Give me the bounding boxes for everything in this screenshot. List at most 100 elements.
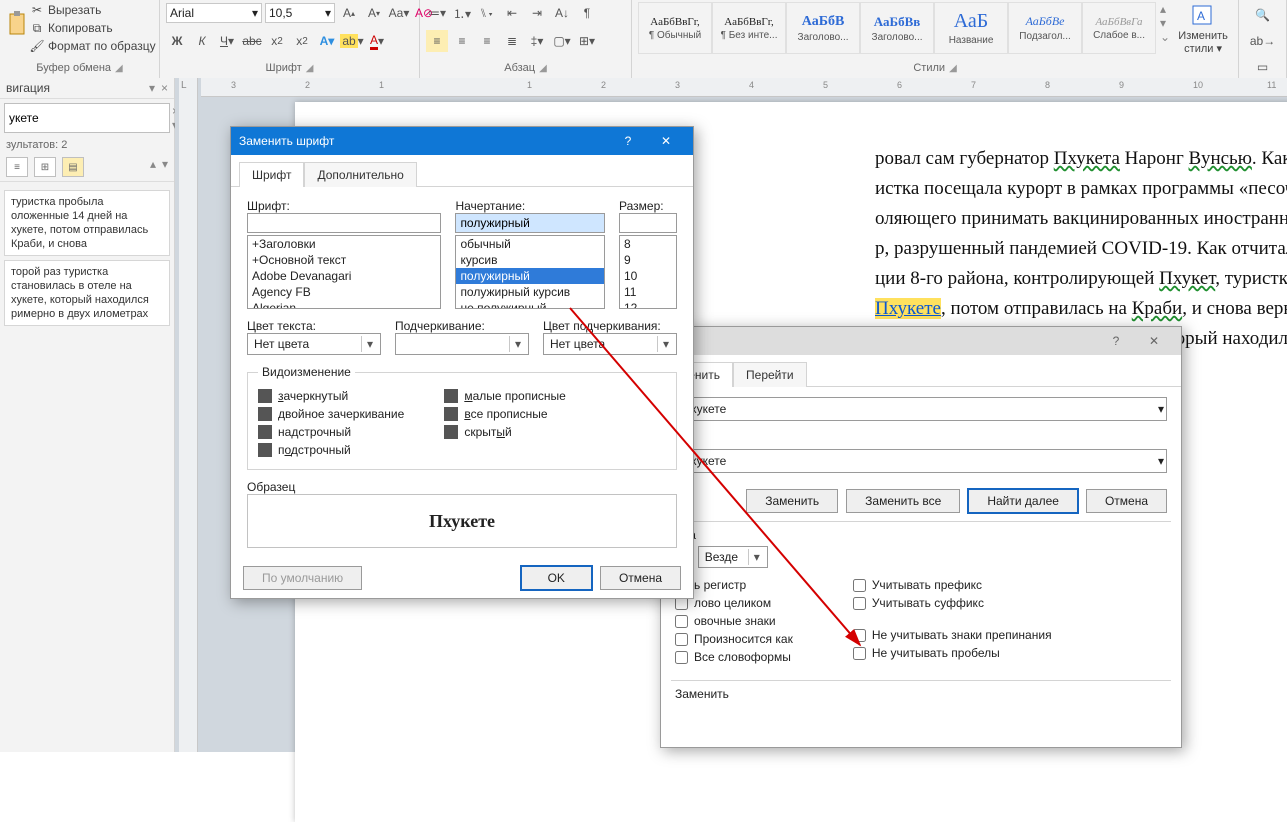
nav-result-item[interactable]: торой раз туристка становилась в отеле н… [4,260,170,326]
justify-icon[interactable]: ≣ [501,30,523,52]
fr-tab-goto[interactable]: Перейти [733,362,807,387]
style-tile[interactable]: АаБбВвГг,¶ Без инте... [712,2,786,54]
subscript-icon[interactable]: x2 [266,30,288,52]
grow-font-icon[interactable]: A▴ [338,2,360,24]
nav-result-item[interactable]: туристка пробыла оложенные 14 дней на ху… [4,190,170,256]
horizontal-ruler[interactable]: 3211234567891011121314 [201,78,1287,97]
help-icon[interactable]: ? [1097,327,1135,355]
change-case-icon[interactable]: Aa▾ [388,2,410,24]
default-button[interactable]: По умолчанию [243,566,362,590]
font-color-icon[interactable]: A▾ [366,30,388,52]
style-tile[interactable]: АаБбВеПодзагол... [1008,2,1082,54]
nav-next-icon[interactable]: ▾ [162,157,168,177]
font-tab-advanced[interactable]: Дополнительно [304,162,416,187]
select-icon[interactable]: ▭ [1252,56,1274,78]
italic-icon[interactable]: К [191,30,213,52]
bullets-icon[interactable]: ≔▾ [426,2,448,24]
group-launcher-icon[interactable]: ◢ [539,63,547,74]
fr-chk-suffix[interactable]: Учитывать суффикс [853,594,1052,612]
nav-tab-results[interactable]: ▤ [62,157,84,177]
fr-find-field[interactable]: Пхукете▾ [675,397,1167,421]
help-icon[interactable]: ? [609,127,647,155]
fr-chk-forms[interactable]: Все словоформы [675,648,793,666]
change-styles-button[interactable]: A Изменить стили ▾ [1174,2,1232,55]
chk-sup[interactable]: надстрочный [258,423,404,441]
font-name-input[interactable] [247,213,441,233]
close-icon[interactable]: × [161,81,168,95]
format-painter-button[interactable]: 🖌Формат по образцу [30,38,156,54]
fr-cancel-button[interactable]: Отмена [1086,489,1167,513]
find-icon[interactable]: 🔍 [1252,4,1274,26]
nav-tab-headings[interactable]: ≡ [6,157,28,177]
group-launcher-icon[interactable]: ◢ [949,63,957,74]
fr-replace-field[interactable]: Пхукете▾ [675,449,1167,473]
shrink-font-icon[interactable]: A▾ [363,2,385,24]
font-name-select[interactable]: Arial▾ [166,3,262,23]
nav-tab-pages[interactable]: ⊞ [34,157,56,177]
styles-down-icon[interactable]: ▾ [1160,16,1170,30]
highlight-icon[interactable]: ab▾ [341,30,363,52]
fr-chk-spaces[interactable]: Не учитывать пробелы [853,644,1052,662]
cancel-button[interactable]: Отмена [600,566,681,590]
paste-button[interactable] [6,2,30,48]
font-size-list[interactable]: 89101112 [619,235,677,309]
underline-icon[interactable]: Ч▾ [216,30,238,52]
text-color-select[interactable]: Нет цвета▾ [247,333,381,355]
fr-chk-prefix[interactable]: Учитывать префикс [853,576,1052,594]
fr-replace-all-button[interactable]: Заменить все [846,489,960,513]
nav-prev-icon[interactable]: ▴ [150,157,156,177]
fr-find-next-button[interactable]: Найти далее [968,489,1078,513]
align-left-icon[interactable]: ≡ [426,30,448,52]
styles-more-icon[interactable]: ⌄ [1160,30,1170,44]
ok-button[interactable]: OK [521,566,592,590]
style-tile[interactable]: АаБбВвГг,¶ Обычный [638,2,712,54]
numbering-icon[interactable]: ⒈▾ [451,2,473,24]
sort-icon[interactable]: A↓ [551,2,573,24]
chk-allcaps[interactable]: все прописные [444,405,566,423]
text-effects-icon[interactable]: A▾ [316,30,338,52]
styles-up-icon[interactable]: ▴ [1160,2,1170,16]
align-right-icon[interactable]: ≡ [476,30,498,52]
font-size-input[interactable] [619,213,677,233]
borders-icon[interactable]: ⊞▾ [576,30,598,52]
show-marks-icon[interactable]: ¶ [576,2,598,24]
chk-smallcaps[interactable]: малые прописные [444,387,566,405]
chk-strike[interactable]: зачеркнутый [258,387,404,405]
line-spacing-icon[interactable]: ‡▾ [526,30,548,52]
style-tile[interactable]: АаБбВвГаСлабое в... [1082,2,1156,54]
shading-icon[interactable]: ▢▾ [551,30,573,52]
font-titlebar[interactable]: Заменить шрифт ? ✕ [231,127,693,155]
fr-chk-sounds[interactable]: Произносится как [675,630,793,648]
font-style-list[interactable]: обычныйкурсивполужирныйполужирный курсив… [455,235,605,309]
nav-menu-icon[interactable]: ▾ [149,81,155,95]
align-center-icon[interactable]: ≡ [451,30,473,52]
underline-select[interactable]: ▾ [395,333,529,355]
chk-hidden[interactable]: скрытый [444,423,566,441]
underline-color-select[interactable]: Нет цвета▾ [543,333,677,355]
font-name-list[interactable]: +Заголовки+Основной текстAdobe Devanagar… [247,235,441,309]
cut-button[interactable]: ✂Вырезать [30,2,156,18]
close-icon[interactable]: ✕ [647,127,685,155]
outdent-icon[interactable]: ⇤ [501,2,523,24]
close-icon[interactable]: ✕ [1135,327,1173,355]
style-tile[interactable]: АаБНазвание [934,2,1008,54]
vertical-ruler[interactable]: L [179,78,198,752]
style-tile[interactable]: АаБбВЗаголово... [786,2,860,54]
fr-replace-button[interactable]: Заменить [746,489,838,513]
nav-search-input[interactable]: × ▾ [4,103,170,133]
fr-chk-wild[interactable]: овочные знаки [675,612,793,630]
chk-sub[interactable]: подстрочный [258,441,404,459]
fr-chk-punct[interactable]: Не учитывать знаки препинания [853,626,1052,644]
style-tile[interactable]: АаБбВвЗаголово... [860,2,934,54]
multilevel-icon[interactable]: ⑊▾ [476,2,498,24]
replace-icon[interactable]: ab→ [1252,30,1274,52]
chk-dstrike[interactable]: двойное зачеркивание [258,405,404,423]
fr-titlebar[interactable]: ить ? ✕ [661,327,1181,355]
fr-search-where[interactable]: Везде▾ [698,546,768,568]
font-style-input[interactable] [455,213,605,233]
copy-button[interactable]: ⧉Копировать [30,20,156,36]
font-tab-font[interactable]: Шрифт [239,162,304,187]
group-launcher-icon[interactable]: ◢ [306,63,314,74]
strikethrough-icon[interactable]: abc [241,30,263,52]
bold-icon[interactable]: Ж [166,30,188,52]
